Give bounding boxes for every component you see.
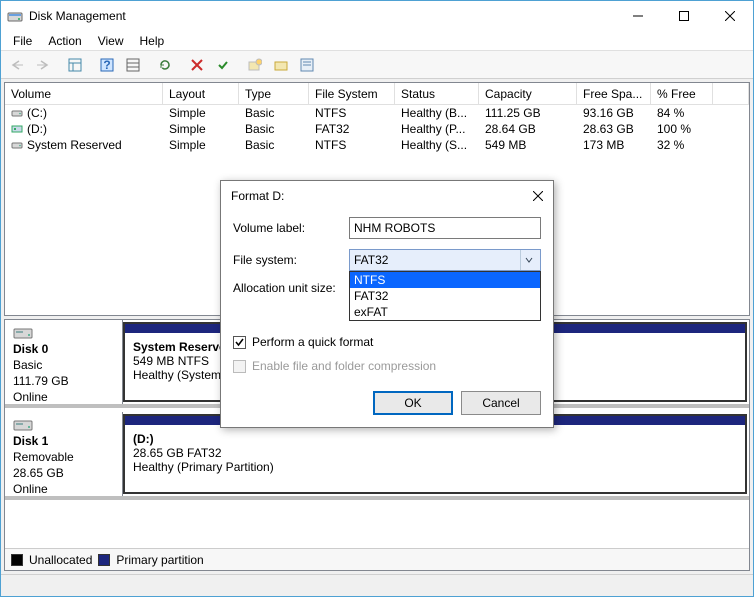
disk-name: Disk 0 (13, 342, 114, 356)
menubar: File Action View Help (1, 31, 753, 51)
compression-checkbox: Enable file and folder compression (233, 359, 541, 373)
titlebar: Disk Management (1, 1, 753, 31)
svg-text:?: ? (103, 58, 110, 72)
disk-name: Disk 1 (13, 434, 114, 448)
disk-size: 28.65 GB (13, 466, 114, 480)
disk-size: 111.79 GB (13, 374, 114, 388)
minimize-button[interactable] (615, 1, 661, 31)
col-capacity[interactable]: Capacity (479, 83, 577, 104)
disk-state: Online (13, 482, 114, 496)
col-volume[interactable]: Volume (5, 83, 163, 104)
filesystem-label: File system: (233, 253, 349, 267)
legend: Unallocated Primary partition (5, 548, 749, 570)
quick-format-checkbox[interactable]: Perform a quick format (233, 335, 541, 349)
legend-unallocated-label: Unallocated (29, 553, 92, 567)
menu-file[interactable]: File (5, 32, 40, 50)
compression-label: Enable file and folder compression (252, 359, 436, 373)
filesystem-dropdown: NTFS FAT32 exFAT (349, 271, 541, 321)
filesystem-option-ntfs[interactable]: NTFS (350, 272, 540, 288)
col-layout[interactable]: Layout (163, 83, 239, 104)
col-status[interactable]: Status (395, 83, 479, 104)
disk-management-icon (7, 8, 23, 24)
partition-name: (D:) (133, 432, 737, 446)
volume-label-input[interactable] (349, 217, 541, 239)
forward-button (31, 53, 55, 77)
table-row[interactable]: System ReservedSimpleBasicNTFSHealthy (S… (5, 137, 749, 153)
dialog-title: Format D: (231, 189, 533, 203)
refresh-icon[interactable] (153, 53, 177, 77)
ok-button[interactable]: OK (373, 391, 453, 415)
statusbar (1, 574, 753, 596)
legend-unallocated-swatch (11, 554, 23, 566)
new-volume-icon (243, 53, 267, 77)
delete-icon[interactable] (185, 53, 209, 77)
toolbar: ? (1, 51, 753, 79)
volume-label-label: Volume label: (233, 221, 349, 235)
filesystem-option-exfat[interactable]: exFAT (350, 304, 540, 320)
disk-state: Online (13, 390, 114, 404)
help-icon[interactable]: ? (95, 53, 119, 77)
menu-action[interactable]: Action (40, 32, 89, 50)
disk-kind: Basic (13, 358, 114, 372)
properties-icon[interactable] (295, 53, 319, 77)
cancel-button[interactable]: Cancel (461, 391, 541, 415)
close-button[interactable] (707, 1, 753, 31)
partition-line: 28.65 GB FAT32 (133, 446, 737, 460)
quick-format-label: Perform a quick format (252, 335, 373, 349)
legend-primary-swatch (98, 554, 110, 566)
table-row[interactable]: (C:)SimpleBasicNTFSHealthy (B...111.25 G… (5, 105, 749, 121)
back-button (5, 53, 29, 77)
col-pctfree[interactable]: % Free (651, 83, 713, 104)
dialog-close-icon[interactable] (533, 191, 543, 201)
settings-icon[interactable] (121, 53, 145, 77)
partition-line: Healthy (Primary Partition) (133, 460, 737, 474)
legend-primary-label: Primary partition (116, 553, 203, 567)
menu-help[interactable]: Help (132, 32, 173, 50)
disk-icon (13, 326, 114, 340)
table-row[interactable]: (D:)SimpleBasicFAT32Healthy (P...28.64 G… (5, 121, 749, 137)
col-filesystem[interactable]: File System (309, 83, 395, 104)
format-dialog: Format D: Volume label: File system: FAT… (220, 180, 554, 428)
window-title: Disk Management (29, 9, 615, 23)
chevron-down-icon (520, 250, 536, 270)
disk-icon (13, 418, 114, 432)
layout-icon[interactable] (63, 53, 87, 77)
allocation-unit-size-label: Allocation unit size: (233, 281, 349, 295)
filesystem-option-fat32[interactable]: FAT32 (350, 288, 540, 304)
volume-table-header: Volume Layout Type File System Status Ca… (5, 83, 749, 105)
volume-icon[interactable] (269, 53, 293, 77)
col-type[interactable]: Type (239, 83, 309, 104)
menu-view[interactable]: View (90, 32, 132, 50)
filesystem-combobox[interactable]: FAT32 (349, 249, 541, 271)
filesystem-value: FAT32 (354, 253, 388, 267)
check-icon[interactable] (211, 53, 235, 77)
col-freespace[interactable]: Free Spa... (577, 83, 651, 104)
disk-kind: Removable (13, 450, 114, 464)
maximize-button[interactable] (661, 1, 707, 31)
